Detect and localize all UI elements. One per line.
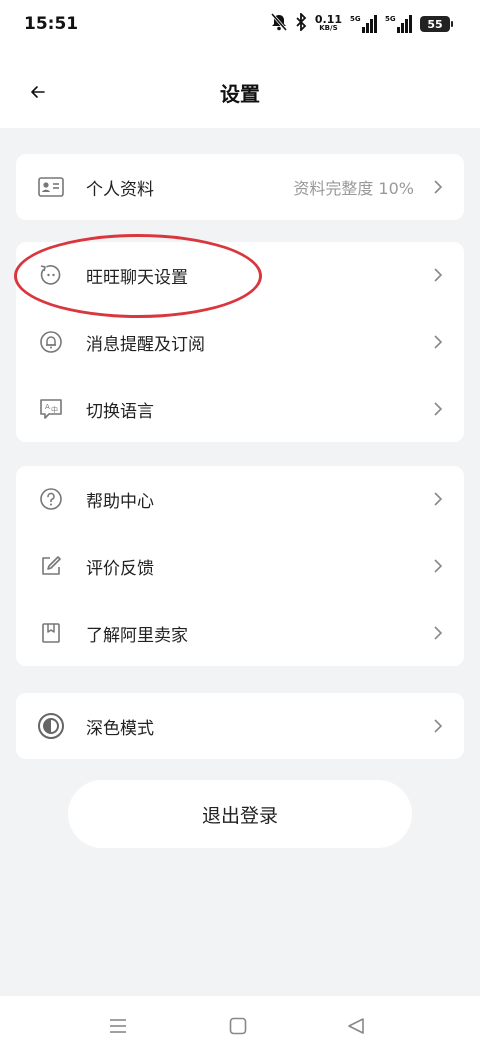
- page-title: 设置: [220, 82, 260, 106]
- svg-text:中: 中: [51, 405, 58, 414]
- home-button[interactable]: [224, 1012, 252, 1040]
- home-icon: [229, 1017, 247, 1035]
- dark-mode-icon: [36, 711, 66, 741]
- settings-item-label: 帮助中心: [86, 491, 154, 512]
- settings-item-notifications[interactable]: 消息提醒及订阅: [16, 309, 464, 375]
- settings-group-help: 帮助中心 评价反馈 了解阿里卖家: [16, 466, 464, 666]
- chevron-right-icon: [432, 402, 444, 416]
- bluetooth-icon: [295, 11, 307, 35]
- settings-item-label: 消息提醒及订阅: [86, 334, 205, 355]
- help-icon: [36, 484, 66, 514]
- chevron-right-icon: [432, 626, 444, 640]
- settings-item-feedback[interactable]: 评价反馈: [16, 533, 464, 599]
- id-card-icon: [36, 172, 66, 202]
- settings-item-wangwang-chat[interactable]: 旺旺聊天设置: [16, 242, 464, 308]
- chevron-right-icon: [432, 492, 444, 506]
- header: 设置: [0, 52, 480, 128]
- settings-item-label: 深色模式: [86, 718, 154, 739]
- settings-group-display: 深色模式: [16, 693, 464, 759]
- mute-icon: [270, 13, 287, 35]
- settings-item-label: 切换语言: [86, 401, 154, 422]
- svg-text:A: A: [45, 403, 50, 411]
- settings-item-about-seller[interactable]: 了解阿里卖家: [16, 600, 464, 666]
- status-time: 15:51: [24, 14, 79, 34]
- settings-item-help-center[interactable]: 帮助中心: [16, 466, 464, 532]
- wangwang-chat-icon: [36, 260, 66, 290]
- system-nav-bar: [0, 996, 480, 1056]
- system-back-button[interactable]: [342, 1012, 370, 1040]
- settings-item-dark-mode[interactable]: 深色模式: [16, 693, 464, 759]
- net-speed: 0.11 KB/S: [314, 13, 342, 32]
- settings-item-label: 旺旺聊天设置: [86, 267, 188, 288]
- chevron-right-icon: [432, 719, 444, 733]
- back-triangle-icon: [348, 1018, 364, 1034]
- status-icons: 0.11 KB/S 5G 5G 55: [270, 11, 453, 36]
- chevron-right-icon: [432, 335, 444, 349]
- menu-button[interactable]: [104, 1012, 132, 1040]
- chevron-right-icon: [432, 180, 444, 194]
- settings-item-label: 了解阿里卖家: [86, 625, 188, 646]
- settings-item-language[interactable]: A中 切换语言: [16, 376, 464, 442]
- bell-icon: [36, 327, 66, 357]
- settings-item-profile[interactable]: 个人资料 资料完整度 10%: [16, 154, 464, 220]
- chevron-right-icon: [432, 559, 444, 573]
- signal-icon: 5G: [385, 15, 412, 33]
- chevron-right-icon: [432, 268, 444, 282]
- status-bar: 15:51 0.11 KB/S 5G 5G 55: [0, 0, 480, 52]
- settings-group-profile: 个人资料 资料完整度 10%: [16, 154, 464, 220]
- profile-completeness: 资料完整度 10%: [293, 179, 414, 198]
- edit-feedback-icon: [36, 551, 66, 581]
- battery-icon: 55: [420, 16, 453, 32]
- signal-icon: 5G: [350, 15, 377, 33]
- settings-item-label: 评价反馈: [86, 558, 154, 579]
- menu-icon: [110, 1019, 126, 1033]
- settings-group-chat: 旺旺聊天设置 消息提醒及订阅 A中 切换语言: [16, 242, 464, 442]
- language-icon: A中: [36, 394, 66, 424]
- book-icon: [36, 618, 66, 648]
- settings-item-label: 个人资料: [86, 179, 154, 200]
- logout-button[interactable]: 退出登录: [68, 780, 412, 848]
